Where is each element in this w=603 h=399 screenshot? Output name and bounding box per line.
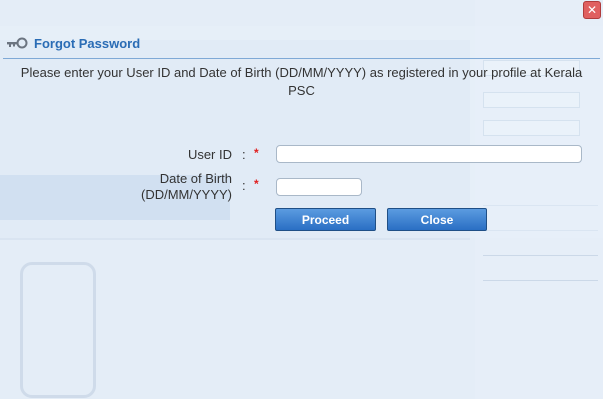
dob-required-mark: * [254, 177, 259, 191]
background-divider [483, 280, 598, 281]
user-id-required-mark: * [254, 146, 259, 160]
title-divider [3, 58, 600, 59]
dob-label-line2: (DD/MM/YYYY) [141, 187, 232, 202]
forgot-password-dialog: Forgot Password Please enter your User I… [0, 26, 603, 238]
dob-label: Date of Birth (DD/MM/YYYY) [120, 171, 232, 203]
instructions-text: Please enter your User ID and Date of Bi… [20, 65, 583, 98]
dialog-title-bar: Forgot Password [6, 33, 140, 53]
close-button[interactable]: Close [387, 208, 487, 231]
dialog-title: Forgot Password [34, 35, 141, 51]
dob-input[interactable] [276, 178, 362, 196]
dob-label-line1: Date of Birth [159, 171, 232, 186]
dob-colon: : [242, 178, 246, 193]
background-divider [483, 255, 598, 256]
proceed-button[interactable]: Proceed [275, 208, 376, 231]
user-id-input[interactable] [276, 145, 582, 163]
close-icon[interactable]: ✕ [583, 1, 601, 19]
user-id-label: User ID [187, 147, 232, 162]
key-icon [6, 34, 28, 53]
user-id-colon: : [242, 147, 246, 162]
background-phone-graphic [20, 262, 96, 398]
